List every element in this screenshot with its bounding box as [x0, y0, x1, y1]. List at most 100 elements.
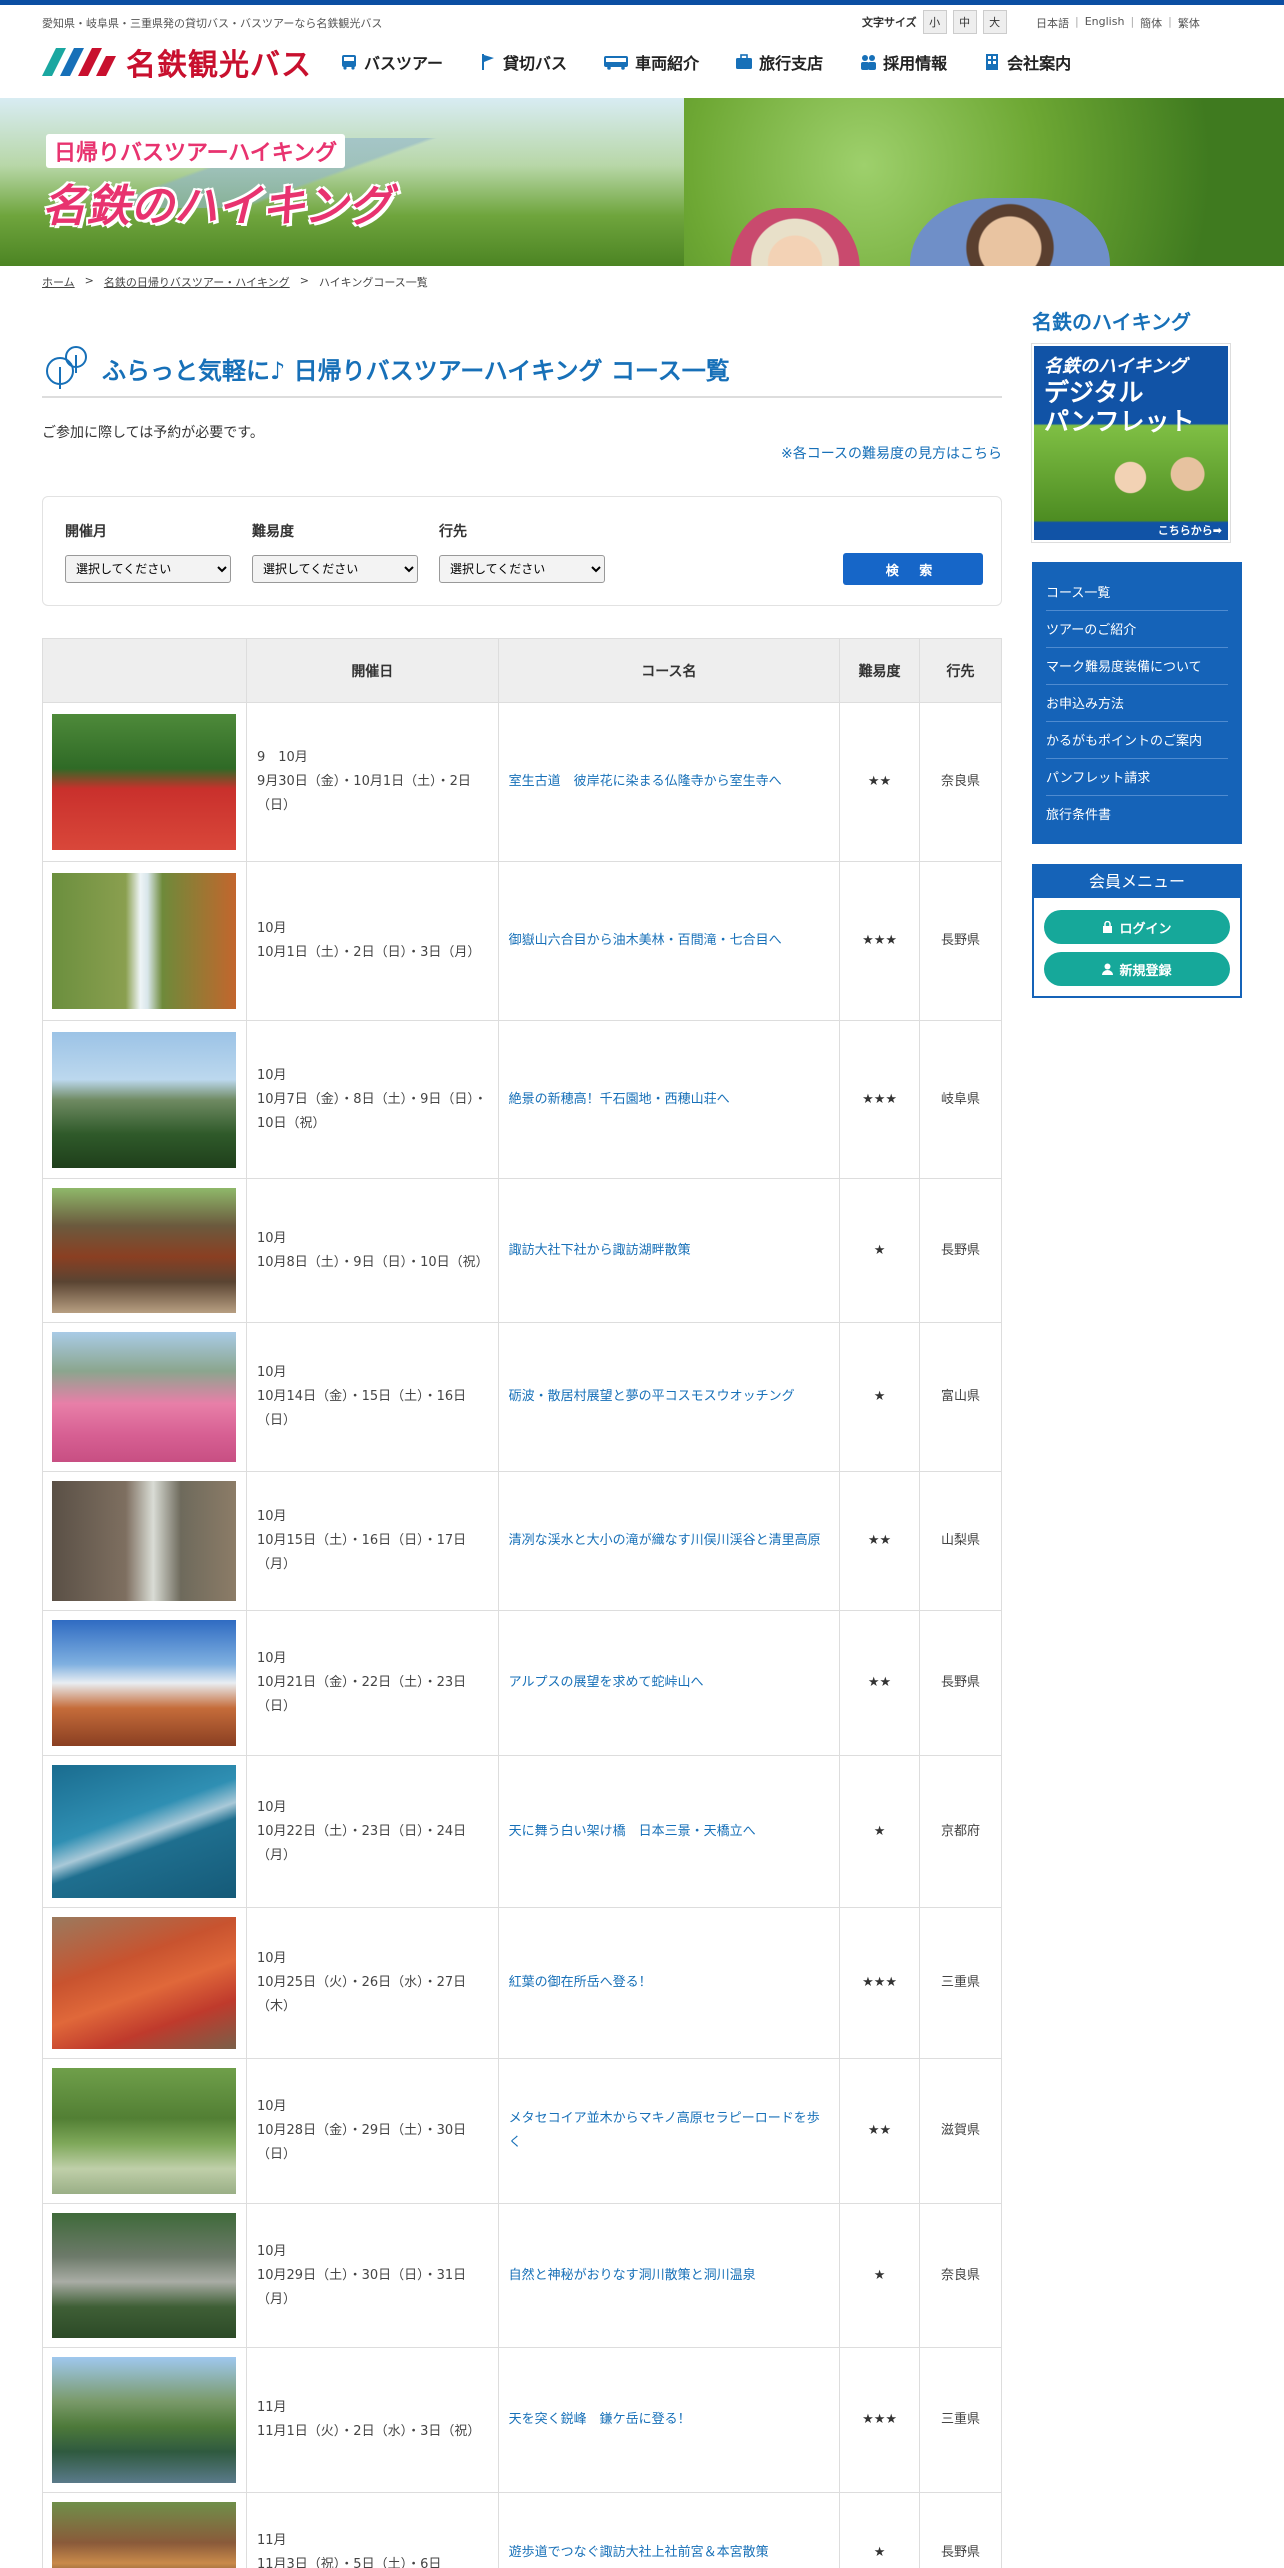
course-name-link[interactable]: アルプスの展望を求めて蛇峠山へ [497, 1610, 841, 1756]
course-name-link[interactable]: メタセコイア並木からマキノ高原セラピーロードを歩く [497, 2058, 841, 2204]
bus-icon [342, 55, 356, 70]
course-thumbnail-cell [42, 1755, 247, 1908]
course-date: 10月 10月25日（火）・26日（水）・27日（木） [245, 1907, 499, 2059]
course-date: 10月 10月21日（金）・22日（土）・23日（日） [245, 1610, 499, 1756]
course-thumbnail[interactable] [52, 1031, 236, 1168]
nav-bus-tour[interactable]: バスツアー [340, 50, 443, 74]
language-switcher: 日本語 | English | 簡体 | 繁体 [1036, 15, 1200, 31]
side-menu-course-list[interactable]: コース一覧 [1046, 574, 1228, 611]
breadcrumb: ホーム > 名鉄の日帰りバスツアー・ハイキング > ハイキングコース一覧 [42, 274, 428, 290]
course-date: 10月 10月8日（土）・9日（日）・10日（祝） [245, 1178, 499, 1323]
table-row: 10月 10月1日（土）・2日（日）・3日（月） 御嶽山六合目から油木美林・百間滝… [42, 861, 1002, 1021]
course-difficulty: ★ [839, 1322, 921, 1472]
course-destination: 京都府 [919, 1755, 1002, 1908]
nav-company[interactable]: 会社案内 [983, 50, 1071, 74]
course-date: 10月 10月14日（金）・15日（土）・16日（日） [245, 1322, 499, 1472]
search-button[interactable]: 検 索 [843, 553, 983, 585]
difficulty-guide-link[interactable]: ※各コースの難易度の見方はこちら [760, 443, 1002, 463]
font-size-medium-button[interactable]: 中 [952, 10, 977, 34]
table-row: 10月 10月7日（金）・8日（土）・9日（日）・10日（祝） 絶景の新穂高！千石… [42, 1020, 1002, 1179]
header-date: 開催日 [245, 638, 499, 703]
lang-traditional-link[interactable]: 繁体 [1178, 15, 1200, 31]
course-thumbnail[interactable] [52, 2213, 236, 2338]
course-thumbnail[interactable] [52, 2502, 236, 2568]
table-row: 10月 10月29日（土）・30日（日）・31日（月） 自然と神秘がおりなす洞川散… [42, 2203, 1002, 2348]
course-name-link[interactable]: 紅葉の御在所岳へ登る！ [497, 1907, 841, 2059]
destination-filter: 行先 選択してください [439, 521, 605, 583]
font-size-switcher: 文字サイズ 小 中 大 [862, 10, 1007, 34]
side-menu-pamphlet-request[interactable]: パンフレット請求 [1046, 759, 1228, 796]
breadcrumb-home-link[interactable]: ホーム [42, 274, 75, 290]
course-destination: 長野県 [919, 1178, 1002, 1323]
course-date: 10月 10月29日（土）・30日（日）・31日（月） [245, 2203, 499, 2348]
course-thumbnail[interactable] [52, 1332, 236, 1462]
month-select[interactable]: 選択してください [65, 555, 231, 583]
course-name-link[interactable]: 絶景の新穂高！千石園地・西穂山荘へ [497, 1020, 841, 1179]
tree-icon [46, 346, 87, 389]
course-thumbnail-cell [42, 1471, 247, 1611]
course-thumbnail-cell [42, 2492, 247, 2568]
destination-label: 行先 [439, 524, 467, 540]
course-name-link[interactable]: 自然と神秘がおりなす洞川散策と洞川温泉 [497, 2203, 841, 2348]
course-difficulty: ★★ [839, 1471, 921, 1611]
nav-vehicles[interactable]: 車両紹介 [603, 50, 699, 74]
course-thumbnail[interactable] [52, 1917, 236, 2049]
course-name-link[interactable]: 砺波・散居村展望と夢の平コスモスウオッチング [497, 1322, 841, 1472]
course-thumbnail[interactable] [52, 714, 236, 850]
header-difficulty: 難易度 [839, 638, 921, 703]
pamphlet-title: デジタル パンフレット [1044, 378, 1195, 436]
side-menu-how-to-apply[interactable]: お申込み方法 [1046, 685, 1228, 722]
course-difficulty: ★ [839, 1755, 921, 1908]
side-menu-difficulty[interactable]: マーク難易度装備について [1046, 648, 1228, 685]
pamphlet-link[interactable]: こちらから➡ [1158, 522, 1222, 538]
course-thumbnail[interactable] [52, 2068, 236, 2194]
flag-icon [482, 54, 495, 70]
course-name-link[interactable]: 清冽な渓水と大小の滝が織なす川俣川渓谷と清里高原 [497, 1471, 841, 1611]
course-thumbnail[interactable] [52, 2357, 236, 2483]
course-thumbnail[interactable] [52, 1188, 236, 1313]
login-button[interactable]: ログイン [1044, 910, 1230, 944]
course-name-link[interactable]: 天を突く鋭峰 鎌ケ岳に登る！ [497, 2347, 841, 2493]
nav-recruit[interactable]: 採用情報 [859, 50, 947, 74]
table-row: 11月 11月1日（火）・2日（水）・3日（祝） 天を突く鋭峰 鎌ケ岳に登る！ ★★… [42, 2347, 1002, 2493]
lang-japanese-link[interactable]: 日本語 [1036, 15, 1069, 31]
course-date: 11月 11月1日（火）・2日（水）・3日（祝） [245, 2347, 499, 2493]
header-destination: 行先 [919, 638, 1002, 703]
nav-travel-branch[interactable]: 旅行支店 [735, 50, 823, 74]
course-thumbnail[interactable] [52, 873, 236, 1009]
user-icon [1102, 963, 1114, 975]
table-row: 10月 10月15日（土）・16日（日）・17日（月） 清冽な渓水と大小の滝が織な… [42, 1471, 1002, 1611]
digital-pamphlet-banner[interactable]: 名鉄のハイキング デジタル パンフレット こちらから➡ [1031, 343, 1231, 543]
nav-charter-bus[interactable]: 貸切バス [479, 50, 567, 74]
course-thumbnail[interactable] [52, 1481, 236, 1601]
side-menu-travel-terms[interactable]: 旅行条件書 [1046, 796, 1228, 833]
course-destination: 長野県 [919, 1610, 1002, 1756]
course-thumbnail[interactable] [52, 1765, 236, 1898]
course-destination: 長野県 [919, 861, 1002, 1021]
coach-bus-icon [604, 56, 629, 70]
course-thumbnail-cell [42, 1907, 247, 2059]
course-name-link[interactable]: 天に舞う白い架け橋 日本三景・天橋立へ [497, 1755, 841, 1908]
table-row: 10月 10月22日（土）・23日（日）・24日（月） 天に舞う白い架け橋 日本三… [42, 1755, 1002, 1908]
course-thumbnail[interactable] [52, 1620, 236, 1746]
course-thumbnail-cell [42, 1322, 247, 1472]
site-tagline: 愛知県・岐阜県・三重県発の貸切バス・バスツアーなら名鉄観光バス [42, 17, 383, 30]
course-name-link[interactable]: 遊歩道でつなぐ諏訪大社上社前宮＆本宮散策 [497, 2492, 841, 2568]
course-name-link[interactable]: 室生古道 彼岸花に染まる仏隆寺から室生寺へ [497, 702, 841, 862]
site-logo[interactable]: 名鉄観光バス [42, 40, 312, 84]
course-name-link[interactable]: 御嶽山六合目から油木美林・百間滝・七合目へ [497, 861, 841, 1021]
register-button[interactable]: 新規登録 [1044, 952, 1230, 986]
course-name-link[interactable]: 諏訪大社下社から諏訪湖畔散策 [497, 1178, 841, 1323]
side-menu-tour-intro[interactable]: ツアーのご紹介 [1046, 611, 1228, 648]
font-size-small-button[interactable]: 小 [922, 10, 947, 34]
breadcrumb-hiking-link[interactable]: 名鉄の日帰りバスツアー・ハイキング [104, 274, 290, 290]
search-form: 開催月 選択してください 難易度 選択してください 行先 選択してください 検 … [42, 496, 1002, 606]
font-size-large-button[interactable]: 大 [982, 10, 1007, 34]
side-menu-points[interactable]: かるがもポイントのご案内 [1046, 722, 1228, 759]
destination-select[interactable]: 選択してください [439, 555, 605, 583]
difficulty-filter: 難易度 選択してください [252, 521, 418, 583]
difficulty-select[interactable]: 選択してください [252, 555, 418, 583]
course-destination: 長野県 [919, 2492, 1002, 2568]
lang-simplified-link[interactable]: 簡体 [1140, 15, 1162, 31]
lang-english-link[interactable]: English [1085, 15, 1125, 31]
